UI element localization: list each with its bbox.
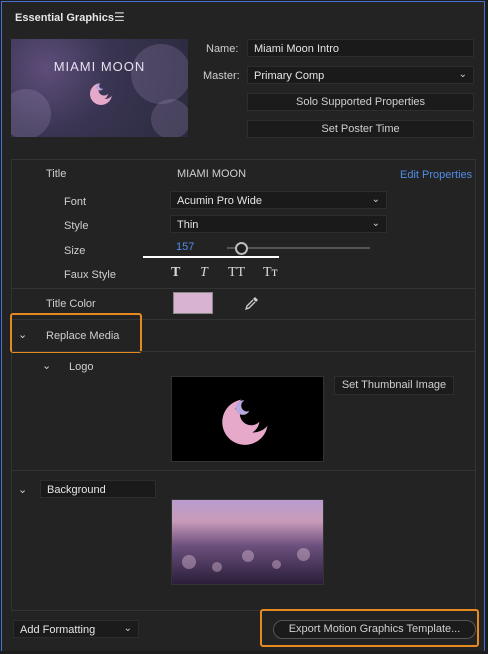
export-motion-graphics-template-button[interactable]: Export Motion Graphics Template... <box>273 620 476 639</box>
hamburger-menu-icon[interactable]: ☰ <box>114 10 125 24</box>
divider <box>12 351 475 352</box>
faux-bold-button[interactable]: T <box>171 265 180 281</box>
chevron-down-icon[interactable]: ⌄ <box>42 359 51 372</box>
faux-italic-button[interactable]: T <box>200 265 208 281</box>
panel-header: Essential Graphics ☰ <box>2 2 484 32</box>
size-label: Size <box>64 245 86 257</box>
logo-media-preview[interactable] <box>171 376 324 462</box>
replace-media-label[interactable]: Replace Media <box>46 330 119 342</box>
divider <box>12 288 475 289</box>
faux-style-label: Faux Style <box>64 269 116 281</box>
eyedropper-icon[interactable] <box>245 296 259 310</box>
preview-title: MIAMI MOON <box>53 59 146 74</box>
font-label: Font <box>64 196 87 208</box>
moon-logo-icon <box>90 81 114 105</box>
solo-supported-properties-button[interactable]: Solo Supported Properties <box>247 93 474 111</box>
small-caps-button[interactable]: Tт <box>263 265 278 281</box>
style-select[interactable]: Thin ⌄ <box>170 215 387 233</box>
name-label: Name: <box>206 43 239 55</box>
edit-properties-link[interactable]: Edit Properties <box>400 169 472 181</box>
size-slider-track[interactable] <box>227 247 370 249</box>
font-select[interactable]: Acumin Pro Wide ⌄ <box>170 191 387 209</box>
chevron-down-icon: ⌄ <box>458 69 467 80</box>
background-media-preview[interactable] <box>171 499 324 585</box>
master-label: Master: <box>203 70 240 82</box>
set-thumbnail-image-button[interactable]: Set Thumbnail Image <box>334 376 454 395</box>
master-value: Primary Comp <box>254 70 325 82</box>
background-group-name-field[interactable]: Background <box>40 480 156 498</box>
title-layer-value: MIAMI MOON <box>177 168 247 180</box>
chevron-down-icon: ⌄ <box>123 623 132 634</box>
moon-logo-icon <box>222 395 272 445</box>
chevron-down-icon[interactable]: ⌄ <box>18 328 27 341</box>
title-layer-label: Title <box>46 168 67 180</box>
set-poster-time-button[interactable]: Set Poster Time <box>247 120 474 138</box>
divider <box>12 470 475 471</box>
size-underline <box>143 256 279 258</box>
font-value: Acumin Pro Wide <box>177 195 262 207</box>
title-color-swatch[interactable] <box>173 292 213 314</box>
name-field[interactable]: Miami Moon Intro <box>247 39 474 57</box>
master-select[interactable]: Primary Comp ⌄ <box>247 66 474 84</box>
size-value[interactable]: 157 <box>176 241 194 253</box>
template-preview: MIAMI MOON <box>11 39 188 137</box>
add-formatting-label: Add Formatting <box>20 624 96 636</box>
size-slider-handle[interactable] <box>235 242 248 255</box>
chevron-down-icon: ⌄ <box>371 194 380 205</box>
chevron-down-icon[interactable]: ⌄ <box>18 483 27 496</box>
style-label: Style <box>64 220 89 232</box>
add-formatting-select[interactable]: Add Formatting ⌄ <box>13 620 139 638</box>
logo-group-label[interactable]: Logo <box>69 361 93 373</box>
panel-title[interactable]: Essential Graphics <box>15 12 114 24</box>
title-color-label: Title Color <box>46 298 96 310</box>
chevron-down-icon: ⌄ <box>371 218 380 229</box>
all-caps-button[interactable]: TT <box>228 265 245 281</box>
style-value: Thin <box>177 219 199 231</box>
